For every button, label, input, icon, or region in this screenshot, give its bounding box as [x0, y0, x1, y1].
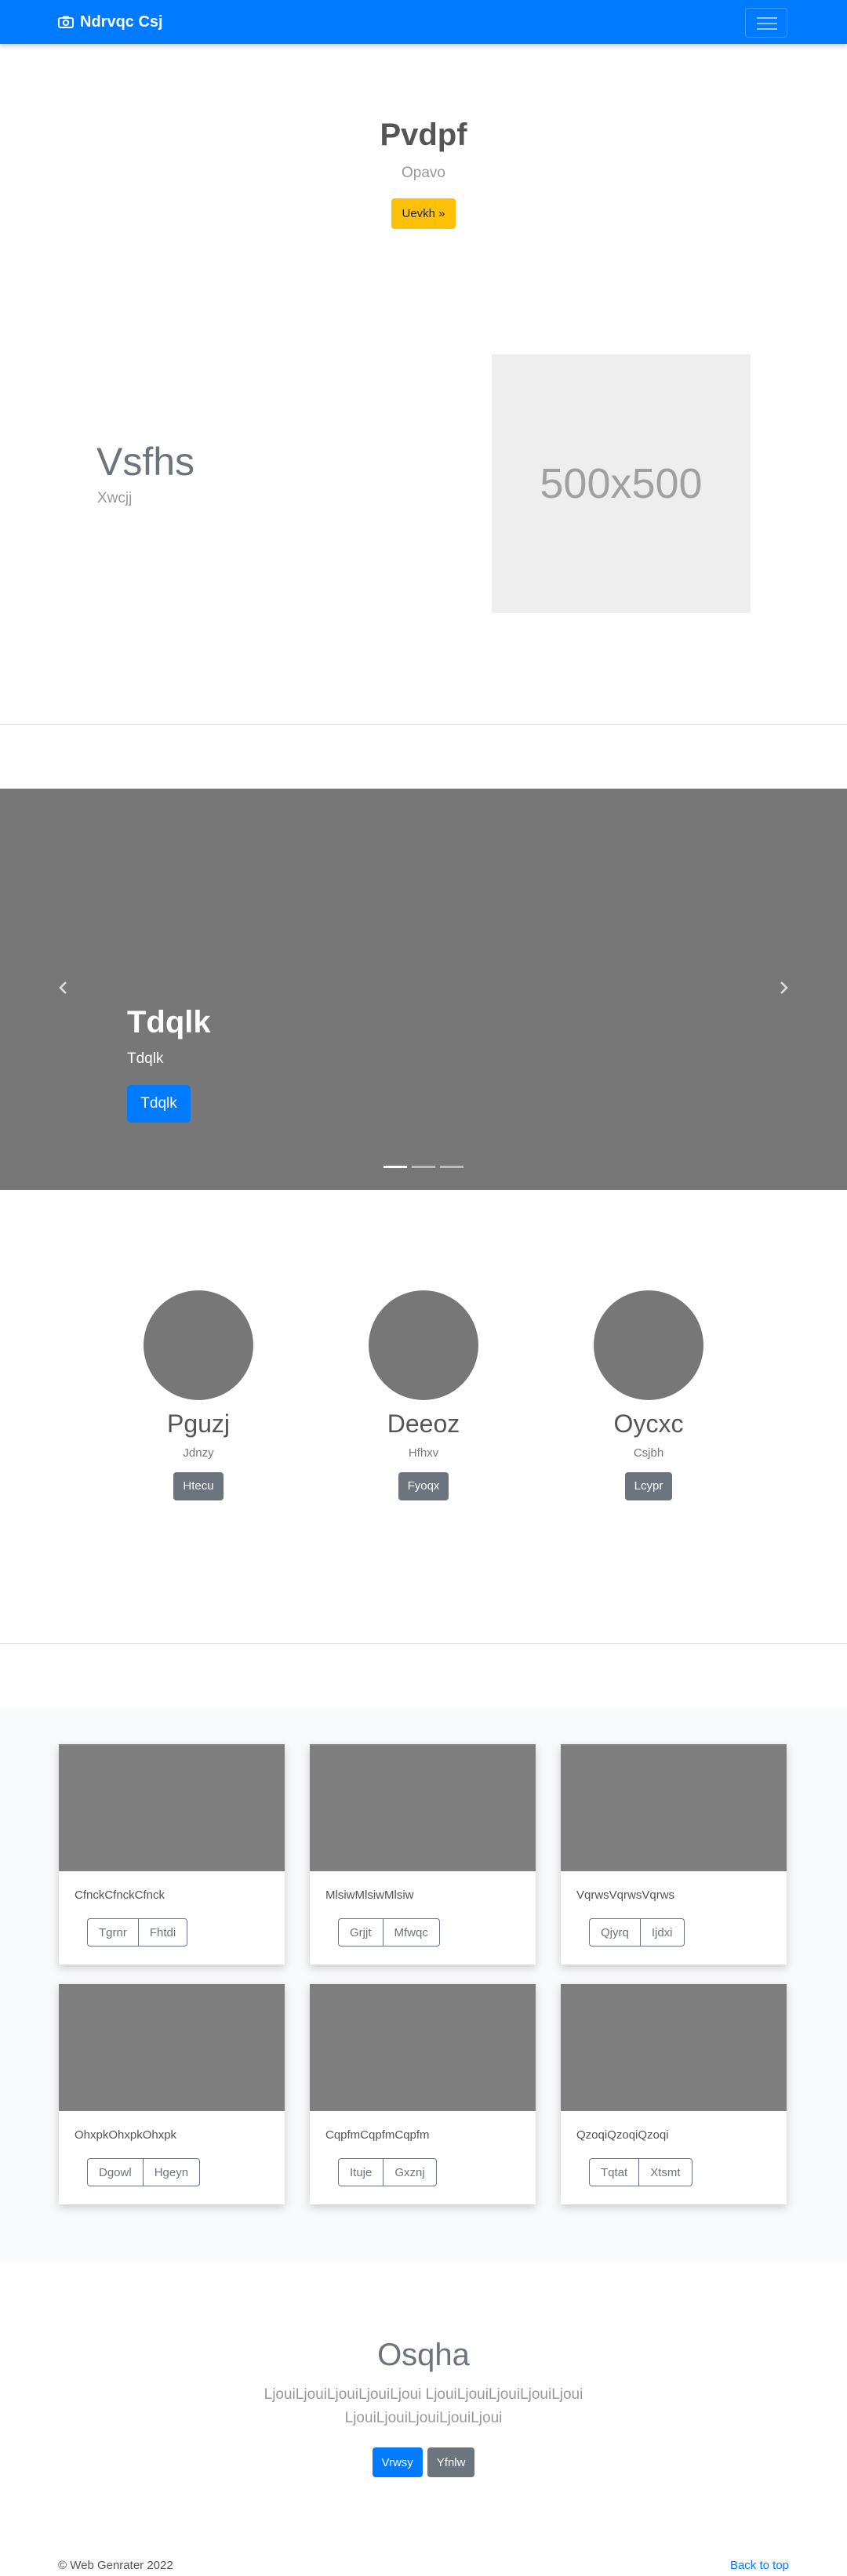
hamburger-menu-icon [757, 17, 777, 19]
card-button-group: Qjyrq Ijdxi [589, 1918, 685, 1947]
card-button[interactable]: Ituje [338, 2158, 384, 2186]
card-button-group: Grjjt Mfwqc [338, 1918, 440, 1947]
navbar-brand[interactable]: Ndrvqc Csj [58, 11, 163, 33]
carousel-prev-button[interactable] [52, 977, 75, 1000]
card-text: OhxpkOhxpkOhxpk [75, 2128, 177, 2142]
card-text: QzoqiQzoqiQzoqi [576, 2128, 669, 2142]
hamburger-line [757, 23, 777, 24]
carousel-next-button[interactable] [772, 977, 795, 1000]
card-button[interactable]: Fhtdi [137, 1918, 188, 1947]
profile-name: Pguzj [166, 1410, 231, 1438]
carousel: Tdqlk Tdqlk Tdqlk [0, 789, 847, 1190]
hero-title: Pvdpf [380, 118, 467, 152]
album-card: CqpfmCqpfmCqpfm Ituje Gxznj [310, 1984, 536, 2204]
card-button-group: Tgrnr Fhtdi [87, 1918, 188, 1947]
profile-role: Csjbh [633, 1446, 664, 1460]
hamburger-line [757, 28, 777, 30]
card-button[interactable]: Mfwqc [382, 1918, 440, 1947]
carousel-caption-button[interactable]: Tdqlk [127, 1085, 191, 1123]
profile-name: Oycxc [613, 1410, 684, 1438]
chevron-right-icon [780, 981, 788, 994]
card-button-group: Tqtat Xtsmt [589, 2158, 693, 2186]
profile-card: Oycxc Csjbh Lcypr [562, 1290, 735, 1500]
footer-copyright: © Web Genrater 2022 [58, 2559, 173, 2572]
album-card: VqrwsVqrwsVqrws Qjyrq Ijdxi [561, 1744, 787, 1965]
back-to-top-link[interactable]: Back to top [730, 2559, 789, 2572]
card-text: CfnckCfnckCfnck [75, 1888, 165, 1902]
card-thumbnail [561, 1984, 787, 2111]
carousel-indicator-1[interactable] [384, 1166, 407, 1168]
avatar [144, 1290, 253, 1400]
navbar-toggler-button[interactable] [745, 8, 787, 38]
card-thumbnail [59, 1984, 285, 2111]
card-button[interactable]: Xtsmt [638, 2158, 693, 2186]
card-thumbnail [310, 1984, 536, 2111]
card-text: MlsiwMlsiwMlsiw [325, 1888, 414, 1902]
profile-button[interactable]: Fyoqx [398, 1472, 449, 1500]
card-text: VqrwsVqrwsVqrws [576, 1888, 675, 1902]
hero-button[interactable]: Uevkh » [391, 198, 456, 229]
profile-button[interactable]: Htecu [173, 1472, 224, 1500]
card-button[interactable]: Hgeyn [142, 2158, 201, 2186]
album-card: QzoqiQzoqiQzoqi Tqtat Xtsmt [561, 1984, 787, 2204]
chevron-left-icon [59, 981, 67, 994]
profile-name: Deeoz [387, 1410, 460, 1438]
carousel-caption-title: Tdqlk [127, 1005, 211, 1039]
hero-subtitle: Opavo [402, 165, 445, 181]
card-thumbnail [59, 1744, 285, 1871]
card-button[interactable]: Dgowl [87, 2158, 144, 2186]
carousel-indicator-2[interactable] [412, 1166, 435, 1168]
feature-title: Vsfhs [96, 440, 195, 484]
profile-card: Deeoz Hfhxv Fyoqx [337, 1290, 510, 1500]
card-button[interactable]: Ijdxi [639, 1918, 685, 1947]
carousel-indicators [0, 1166, 847, 1168]
card-button[interactable]: Tgrnr [87, 1918, 139, 1947]
divider [0, 1643, 847, 1644]
card-button[interactable]: Grjjt [338, 1918, 384, 1947]
card-button[interactable]: Tqtat [589, 2158, 640, 2186]
bottom-hero-text: LjouiLjouiLjouiLjouiLjoui LjouiLjouiLjou… [264, 2386, 583, 2426]
avatar [594, 1290, 703, 1400]
profile-role: Jdnzy [183, 1446, 214, 1460]
placeholder-label: 500x500 [540, 460, 703, 507]
profile-button[interactable]: Lcypr [624, 1472, 673, 1500]
album-card: MlsiwMlsiwMlsiw Grjjt Mfwqc [310, 1744, 536, 1965]
bottom-hero-primary-button[interactable]: Vrwsy [372, 2447, 423, 2477]
card-text: CqpfmCqpfmCqpfm [325, 2128, 430, 2142]
carousel-caption-text: Tdqlk [127, 1050, 164, 1067]
card-button-group: Dgowl Hgeyn [87, 2158, 201, 2186]
album-card: OhxpkOhxpkOhxpk Dgowl Hgeyn [59, 1984, 285, 2204]
bottom-hero-secondary-button[interactable]: Yfnlw [427, 2447, 475, 2477]
card-thumbnail [310, 1744, 536, 1871]
album-section: CfnckCfnckCfnck Tgrnr Fhtdi MlsiwMlsiwMl… [0, 1707, 847, 2262]
camera-icon [58, 16, 74, 28]
divider [0, 724, 847, 725]
avatar [369, 1290, 478, 1400]
feature-image-placeholder: 500x500 [492, 354, 751, 613]
album-card: CfnckCfnckCfnck Tgrnr Fhtdi [59, 1744, 285, 1965]
brand-label: Ndrvqc Csj [80, 13, 163, 31]
profile-role: Hfhxv [408, 1446, 439, 1460]
feature-subtitle: Xwcjj [97, 490, 133, 506]
card-button[interactable]: Qjyrq [589, 1918, 641, 1947]
card-button[interactable]: Gxznj [383, 2158, 437, 2186]
profile-card: Pguzj Jdnzy Htecu [112, 1290, 285, 1500]
card-button-group: Ituje Gxznj [338, 2158, 437, 2186]
navbar: Ndrvqc Csj [0, 0, 847, 44]
bottom-hero-title: Osqha [377, 2338, 470, 2372]
card-thumbnail [561, 1744, 787, 1871]
bottom-hero-buttons: Vrwsy Yfnlw [0, 2447, 847, 2477]
carousel-indicator-3[interactable] [440, 1166, 463, 1168]
